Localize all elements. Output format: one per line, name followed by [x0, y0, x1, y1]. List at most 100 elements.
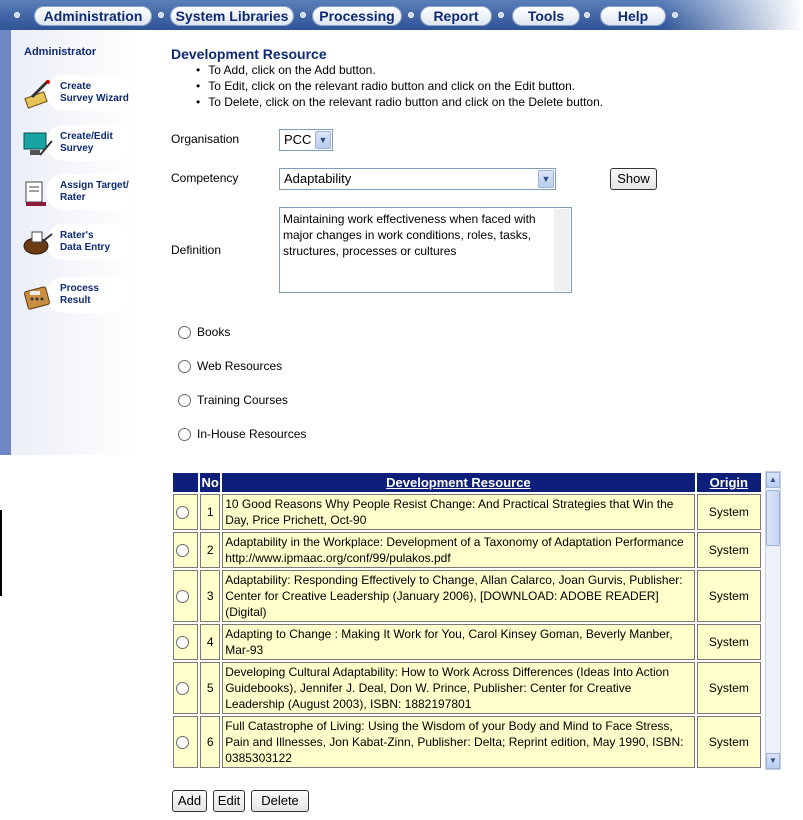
row-number: 1	[200, 494, 221, 530]
nav-dot-icon	[498, 12, 504, 18]
radio-training-courses[interactable]: Training Courses	[178, 393, 288, 408]
definition-scrollbar[interactable]	[554, 209, 570, 291]
scroll-up-icon[interactable]: ▲	[766, 472, 780, 488]
definition-text: Maintaining work effectiveness when face…	[283, 212, 536, 258]
add-button[interactable]: Add	[172, 790, 207, 812]
row-radio[interactable]	[176, 736, 190, 750]
sort-resource-link[interactable]: Development Resource	[386, 475, 531, 490]
calculator-icon	[23, 286, 51, 310]
table-row: 1 10 Good Reasons Why People Resist Chan…	[173, 494, 761, 530]
row-number: 4	[200, 624, 221, 660]
nav-dot-icon	[14, 12, 20, 18]
row-resource: 10 Good Reasons Why People Resist Change…	[222, 494, 695, 530]
select-column-header	[173, 473, 199, 492]
row-resource: Adaptability: Responding Effectively to …	[222, 570, 695, 622]
sidebar: Administrator Create Survey Wizard Create…	[0, 30, 140, 455]
row-number: 3	[200, 570, 221, 622]
sidebar-item-assign-target-rater[interactable]: Assign Target/Rater	[22, 174, 134, 212]
radio-icon[interactable]	[178, 428, 191, 442]
nav-dot-icon	[158, 12, 164, 18]
sidebar-item-create-edit-survey[interactable]: Create/Edit Survey	[22, 125, 134, 163]
resource-table-container: No Development Resource Origin 1 10 Good…	[171, 471, 781, 770]
scroll-thumb[interactable]	[766, 490, 780, 546]
definition-label: Definition	[171, 243, 222, 257]
organisation-label: Organisation	[171, 132, 240, 146]
nav-dot-icon	[584, 12, 590, 18]
row-origin: System	[696, 532, 761, 568]
organisation-select[interactable]: PCC ▼	[279, 129, 333, 151]
scroll-down-icon[interactable]: ▼	[766, 753, 780, 769]
sidebar-title: Administrator	[24, 46, 97, 58]
nav-processing[interactable]: Processing	[312, 6, 402, 26]
nav-tools[interactable]: Tools	[512, 6, 580, 26]
no-column-header: No	[200, 473, 221, 492]
sidebar-label: Rater	[60, 192, 86, 203]
organisation-value: PCC	[284, 132, 312, 147]
definition-textarea[interactable]: Maintaining work effectiveness when face…	[279, 207, 572, 293]
row-radio[interactable]	[176, 544, 190, 558]
row-resource: Adaptability in the Workplace: Developme…	[222, 532, 695, 568]
page-title: Development Resource	[171, 46, 327, 62]
edit-button[interactable]: Edit	[213, 790, 245, 812]
instructions-list: To Add, click on the Add button. To Edit…	[196, 62, 603, 110]
row-radio[interactable]	[176, 636, 190, 650]
row-resource: Developing Cultural Adaptability: How to…	[222, 662, 695, 714]
row-origin: System	[696, 494, 761, 530]
assign-target-icon	[25, 181, 46, 206]
show-button[interactable]: Show	[610, 168, 657, 190]
row-resource: Adapting to Change : Making It Work for …	[222, 624, 695, 660]
sidebar-item-create-survey-wizard[interactable]: Create Survey Wizard	[22, 75, 134, 113]
data-entry-icon	[23, 231, 53, 255]
row-resource: Full Catastrophe of Living: Using the Wi…	[222, 716, 695, 768]
radio-web-resources[interactable]: Web Resources	[178, 359, 283, 374]
sidebar-label: Rater's	[60, 230, 94, 241]
sidebar-item-process-result[interactable]: Process Result	[22, 277, 134, 315]
resource-column-header[interactable]: Development Resource	[222, 473, 695, 492]
radio-icon[interactable]	[178, 394, 191, 408]
sidebar-label: Survey	[60, 143, 94, 154]
table-header-row: No Development Resource Origin	[173, 473, 761, 492]
chevron-down-icon: ▼	[315, 131, 331, 149]
row-origin: System	[696, 716, 761, 768]
row-origin: System	[696, 570, 761, 622]
instruction-item: To Edit, click on the relevant radio but…	[196, 78, 603, 94]
radio-label: Web Resources	[197, 359, 283, 373]
pen-wizard-icon	[24, 79, 50, 109]
radio-icon[interactable]	[178, 326, 191, 340]
row-number: 2	[200, 532, 221, 568]
sidebar-item-raters-data-entry[interactable]: Rater's Data Entry	[22, 224, 134, 262]
competency-value: Adaptability	[284, 171, 352, 186]
sort-origin-link[interactable]: Origin	[710, 475, 748, 490]
row-origin: System	[696, 624, 761, 660]
radio-books[interactable]: Books	[178, 325, 231, 340]
radio-icon[interactable]	[178, 360, 191, 374]
radio-label: In-House Resources	[197, 427, 307, 441]
row-number: 6	[200, 716, 221, 768]
row-radio[interactable]	[176, 590, 190, 604]
sidebar-label: Process	[60, 283, 99, 294]
sidebar-label: Result	[60, 295, 91, 306]
sidebar-label: Assign Target/	[60, 180, 129, 191]
row-radio[interactable]	[176, 682, 190, 696]
competency-select[interactable]: Adaptability ▼	[279, 168, 556, 190]
row-radio[interactable]	[176, 506, 190, 520]
nav-administration[interactable]: Administration	[34, 6, 152, 26]
competency-label: Competency	[171, 171, 239, 185]
radio-label: Training Courses	[197, 393, 288, 407]
table-row: 3 Adaptability: Responding Effectively t…	[173, 570, 761, 622]
radio-in-house-resources[interactable]: In-House Resources	[178, 427, 307, 442]
table-row: 5 Developing Cultural Adaptability: How …	[173, 662, 761, 714]
nav-report[interactable]: Report	[420, 6, 492, 26]
resource-table: No Development Resource Origin 1 10 Good…	[171, 471, 763, 770]
nav-system-libraries[interactable]: System Libraries	[170, 6, 294, 26]
nav-help[interactable]: Help	[600, 6, 666, 26]
delete-button[interactable]: Delete	[251, 790, 309, 812]
instruction-item: To Add, click on the Add button.	[196, 62, 603, 78]
top-nav-bar: Administration System Libraries Processi…	[0, 0, 803, 30]
origin-column-header[interactable]: Origin	[696, 473, 761, 492]
radio-label: Books	[197, 325, 231, 339]
row-origin: System	[696, 662, 761, 714]
table-scrollbar[interactable]: ▲ ▼	[765, 471, 781, 770]
sidebar-label: Create/Edit	[60, 131, 113, 142]
sidebar-label: Data Entry	[60, 242, 111, 253]
